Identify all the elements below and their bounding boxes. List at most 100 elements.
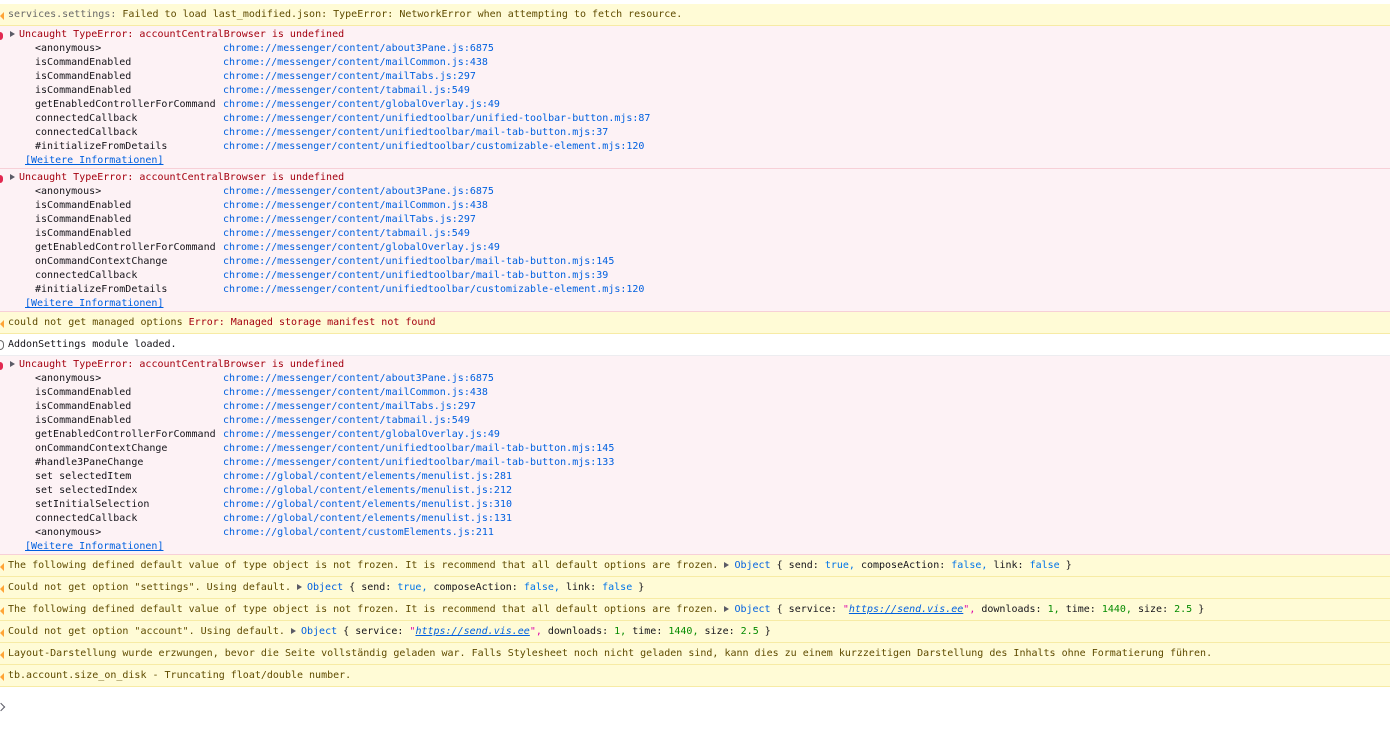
message-text: The following defined default value of t… <box>8 560 719 571</box>
frame-source-link[interactable]: chrome://messenger/content/globalOverlay… <box>223 98 500 112</box>
message-text: The following defined default value of t… <box>8 604 719 615</box>
frame-function: isCommandEnabled <box>35 57 132 68</box>
frame-source-link[interactable]: chrome://messenger/content/globalOverlay… <box>223 428 500 442</box>
error-message: Uncaught TypeError: accountCentralBrowse… <box>19 359 345 370</box>
error-message: Uncaught TypeError: accountCentralBrowse… <box>19 172 345 183</box>
frame-source-link[interactable]: chrome://messenger/content/mailCommon.js… <box>223 386 488 400</box>
url-link[interactable]: https://send.vis.ee <box>415 626 529 637</box>
stack-trace: <anonymous> chrome://messenger/content/ab… <box>8 372 1390 540</box>
stack-frame: isCommandEnabled chrome://messenger/conte… <box>35 386 1390 400</box>
object-label[interactable]: Object <box>307 582 343 593</box>
frame-source-link[interactable]: chrome://messenger/content/unifiedtoolba… <box>223 112 650 126</box>
error-icon <box>0 362 3 370</box>
stack-frame: #handle3PaneChange chrome://messenger/con… <box>35 456 1390 470</box>
frame-source-link[interactable]: chrome://global/content/elements/menulis… <box>223 470 512 484</box>
console-error-row[interactable]: Uncaught TypeError: accountCentralBrowse… <box>0 26 1390 169</box>
stack-trace: <anonymous> chrome://messenger/content/ab… <box>8 185 1390 297</box>
stack-frame: <anonymous> chrome://messenger/content/ab… <box>35 372 1390 386</box>
frame-function: onCommandContextChange <box>35 443 168 454</box>
console-warning-row[interactable]: Layout-Darstellung wurde erzwungen, bevo… <box>0 643 1390 665</box>
frame-source-link[interactable]: chrome://messenger/content/unifiedtoolba… <box>223 269 608 283</box>
stack-frame: isCommandEnabled chrome://messenger/conte… <box>35 199 1390 213</box>
frame-source-link[interactable]: chrome://messenger/content/unifiedtoolba… <box>223 442 614 456</box>
console-warning-row[interactable]: Could not get option "settings". Using d… <box>0 577 1390 599</box>
console-warning-row[interactable]: Could not get option "account". Using de… <box>0 621 1390 643</box>
frame-source-link[interactable]: chrome://global/content/elements/menulis… <box>223 512 512 526</box>
console-warning-row[interactable]: tb.account.size_on_disk - Truncating flo… <box>0 665 1390 687</box>
frame-source-link[interactable]: chrome://messenger/content/unifiedtoolba… <box>223 140 644 154</box>
frame-source-link[interactable]: chrome://messenger/content/about3Pane.js… <box>223 42 494 56</box>
warning-icon <box>0 12 4 20</box>
message-text: Could not get option "account". Using de… <box>8 626 285 637</box>
error-message: Uncaught TypeError: accountCentralBrowse… <box>19 29 345 40</box>
frame-source-link[interactable]: chrome://messenger/content/globalOverlay… <box>223 241 500 255</box>
frame-function: isCommandEnabled <box>35 71 132 82</box>
console-warning-row[interactable]: services.settings: Failed to load last_m… <box>0 4 1390 26</box>
stack-frame: isCommandEnabled chrome://messenger/conte… <box>35 414 1390 428</box>
expand-caret-icon[interactable] <box>10 31 15 37</box>
warning-icon <box>0 607 4 615</box>
console-input-prompt[interactable] <box>0 701 10 713</box>
frame-source-link[interactable]: chrome://messenger/content/about3Pane.js… <box>223 185 494 199</box>
frame-function: isCommandEnabled <box>35 387 132 398</box>
frame-source-link[interactable]: chrome://messenger/content/mailCommon.js… <box>223 56 488 70</box>
frame-source-link[interactable]: chrome://messenger/content/about3Pane.js… <box>223 372 494 386</box>
frame-source-link[interactable]: chrome://messenger/content/mailTabs.js:2… <box>223 213 476 227</box>
object-label[interactable]: Object <box>734 560 770 571</box>
frame-source-link[interactable]: chrome://global/content/elements/menulis… <box>223 498 512 512</box>
stack-frame: #initializeFromDetails chrome://messenger… <box>35 283 1390 297</box>
stack-frame: getEnabledControllerForCommand chrome://m… <box>35 241 1390 255</box>
frame-source-link[interactable]: chrome://global/content/elements/menulis… <box>223 484 512 498</box>
expand-caret-icon[interactable] <box>10 174 15 180</box>
stack-frame: getEnabledControllerForCommand chrome://m… <box>35 428 1390 442</box>
expand-object-caret-icon[interactable] <box>297 584 302 590</box>
frame-function: <anonymous> <box>35 186 102 197</box>
more-info-link[interactable]: [Weitere Informationen] <box>25 155 163 166</box>
stack-frame: isCommandEnabled chrome://messenger/conte… <box>35 400 1390 414</box>
object-label[interactable]: Object <box>301 626 337 637</box>
stack-frame: isCommandEnabled chrome://messenger/conte… <box>35 213 1390 227</box>
object-label[interactable]: Object <box>734 604 770 615</box>
frame-source-link[interactable]: chrome://messenger/content/tabmail.js:54… <box>223 84 470 98</box>
stack-frame: set selectedItem chrome://global/content/… <box>35 470 1390 484</box>
frame-function: isCommandEnabled <box>35 228 132 239</box>
frame-source-link[interactable]: chrome://messenger/content/mailCommon.js… <box>223 199 488 213</box>
warning-icon <box>0 629 4 637</box>
message-text: AddonSettings module loaded. <box>8 339 177 350</box>
expand-object-caret-icon[interactable] <box>724 562 730 568</box>
frame-source-link[interactable]: chrome://messenger/content/tabmail.js:54… <box>223 227 470 241</box>
frame-source-link[interactable]: chrome://messenger/content/tabmail.js:54… <box>223 414 470 428</box>
console-error-row[interactable]: Uncaught TypeError: accountCentralBrowse… <box>0 356 1390 555</box>
frame-source-link[interactable]: chrome://messenger/content/unifiedtoolba… <box>223 456 614 470</box>
console-warning-row[interactable]: The following defined default value of t… <box>0 599 1390 621</box>
console-warning-row[interactable]: The following defined default value of t… <box>0 555 1390 577</box>
console-log-row[interactable]: AddonSettings module loaded. <box>0 334 1390 356</box>
frame-source-link[interactable]: chrome://messenger/content/unifiedtoolba… <box>223 283 644 297</box>
error-icon <box>0 32 3 40</box>
url-link[interactable]: https://send.vis.ee <box>849 604 963 615</box>
stack-frame: onCommandContextChange chrome://messenger… <box>35 442 1390 456</box>
console-error-row[interactable]: Uncaught TypeError: accountCentralBrowse… <box>0 169 1390 312</box>
stack-frame: <anonymous> chrome://messenger/content/ab… <box>35 42 1390 56</box>
expand-object-caret-icon[interactable] <box>290 628 296 634</box>
frame-function: connectedCallback <box>35 113 138 124</box>
stack-frame: <anonymous> chrome://messenger/content/ab… <box>35 185 1390 199</box>
more-info-link[interactable]: [Weitere Informationen] <box>25 541 163 552</box>
warning-icon <box>0 673 4 681</box>
frame-source-link[interactable]: chrome://messenger/content/unifiedtoolba… <box>223 126 608 140</box>
stack-trace: <anonymous> chrome://messenger/content/ab… <box>8 42 1390 154</box>
frame-source-link[interactable]: chrome://global/content/customElements.j… <box>223 526 494 540</box>
expand-caret-icon[interactable] <box>10 361 15 367</box>
more-info-link[interactable]: [Weitere Informationen] <box>25 298 163 309</box>
warning-icon <box>0 563 4 571</box>
frame-source-link[interactable]: chrome://messenger/content/unifiedtoolba… <box>223 255 614 269</box>
stack-frame: set selectedIndex chrome://global/content… <box>35 484 1390 498</box>
frame-source-link[interactable]: chrome://messenger/content/mailTabs.js:2… <box>223 70 476 84</box>
warning-icon <box>0 585 4 593</box>
frame-source-link[interactable]: chrome://messenger/content/mailTabs.js:2… <box>223 400 476 414</box>
frame-function: setInitialSelection <box>35 499 150 510</box>
frame-function: <anonymous> <box>35 527 102 538</box>
expand-object-caret-icon[interactable] <box>724 606 730 612</box>
console-warning-row[interactable]: could not get managed options Error: Man… <box>0 312 1390 334</box>
message-text: Could not get option "settings". Using d… <box>8 582 291 593</box>
